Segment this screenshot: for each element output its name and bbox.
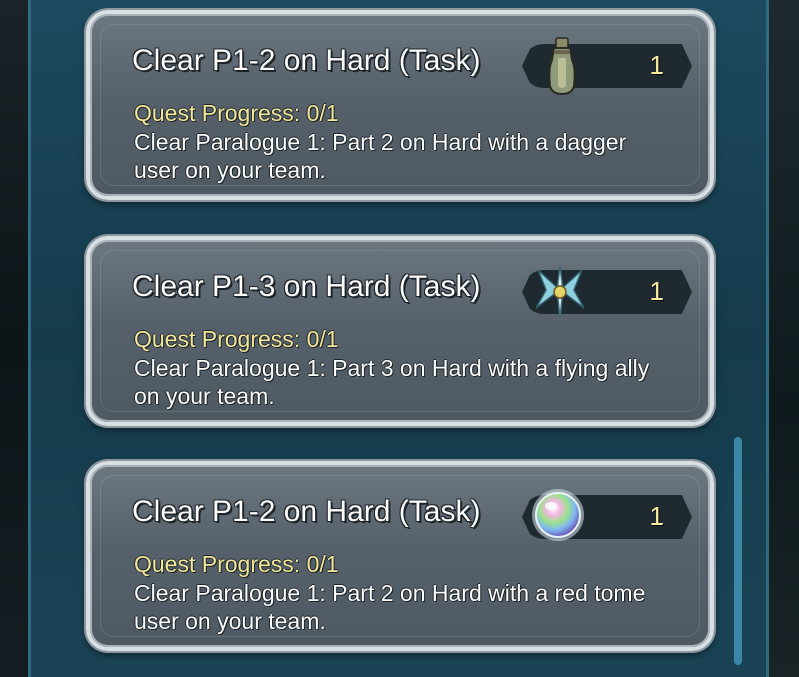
scrollbar[interactable] xyxy=(734,437,742,665)
quest-description: Clear Paralogue 1: Part 2 on Hard with a… xyxy=(134,580,646,634)
orb-icon xyxy=(532,489,584,541)
reward-count: 1 xyxy=(649,276,664,306)
wings-emblem-icon xyxy=(535,265,585,319)
quest-title: Clear P1-2 on Hard (Task) xyxy=(132,44,481,77)
quest-card[interactable]: Clear P1-2 on Hard (Task) 1 Quest Progre… xyxy=(86,10,714,200)
quest-description: Clear Paralogue 1: Part 2 on Hard with a… xyxy=(134,129,627,183)
quest-card[interactable]: Clear P1-3 on Hard (Task) 1 Quest Progre… xyxy=(86,236,714,426)
quest-progress: Quest Progress: 0/1 xyxy=(134,326,339,352)
dagger-potion-icon xyxy=(548,37,576,96)
quest-progress: Quest Progress: 0/1 xyxy=(134,551,339,577)
reward-count: 1 xyxy=(649,50,664,80)
quest-title: Clear P1-2 on Hard (Task) xyxy=(132,495,481,528)
background-right xyxy=(769,0,799,677)
quest-description: Clear Paralogue 1: Part 3 on Hard with a… xyxy=(134,355,650,409)
quest-title: Clear P1-3 on Hard (Task) xyxy=(132,270,481,303)
quest-card[interactable]: Clear P1-2 on Hard (Task) 1 Quest Progre… xyxy=(86,461,714,651)
background-left xyxy=(0,0,28,677)
quest-progress: Quest Progress: 0/1 xyxy=(134,100,339,126)
reward-count: 1 xyxy=(649,501,664,531)
